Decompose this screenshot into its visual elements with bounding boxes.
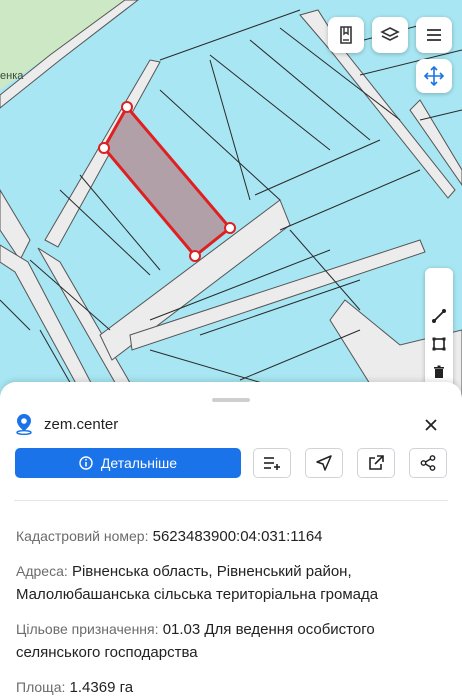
tool-slot-empty[interactable] bbox=[425, 268, 453, 296]
sheet-drag-handle[interactable] bbox=[212, 398, 250, 402]
address-label: Адреса: bbox=[16, 563, 68, 579]
cadastral-label: Кадастровий номер: bbox=[16, 528, 149, 544]
navigate-button[interactable] bbox=[305, 448, 343, 478]
navigate-icon bbox=[316, 455, 332, 471]
address-line-2: Малолюбашанська сільська територіальна г… bbox=[16, 586, 379, 603]
location-pin-icon bbox=[16, 414, 32, 435]
open-external-icon bbox=[369, 455, 384, 470]
move-icon bbox=[423, 65, 445, 87]
selected-parcel[interactable] bbox=[98, 101, 236, 262]
cadastral-value: 5623483900:04:031:1164 bbox=[152, 528, 323, 545]
purpose-row: Цільове призначення: 01.03 Для ведення о… bbox=[16, 618, 446, 664]
line-tool-button[interactable] bbox=[425, 302, 453, 330]
layers-icon bbox=[380, 27, 400, 41]
layers-button[interactable] bbox=[372, 17, 408, 53]
map-place-label: енка bbox=[0, 70, 24, 82]
parcel-info-sheet: zem.center Детальніше Кадастровий номер:… bbox=[0, 382, 462, 699]
purpose-label: Цільове призначення: bbox=[16, 621, 159, 637]
map-view[interactable]: енка bbox=[0, 0, 462, 400]
move-button[interactable] bbox=[416, 59, 452, 93]
address-line-1: Рівненська область, Рівненський район, bbox=[71, 563, 352, 580]
details-label: Детальніше bbox=[100, 455, 178, 471]
divider bbox=[14, 500, 448, 501]
open-external-button[interactable] bbox=[357, 448, 395, 478]
polygon-tool-icon bbox=[432, 337, 446, 351]
bookmark-button[interactable] bbox=[328, 17, 364, 53]
brand-row: zem.center bbox=[14, 412, 118, 436]
menu-button[interactable] bbox=[416, 17, 452, 53]
brand-name: zem.center bbox=[44, 415, 119, 433]
share-icon bbox=[420, 455, 436, 471]
drawing-tools bbox=[425, 268, 453, 388]
polygon-tool-button[interactable] bbox=[425, 330, 453, 358]
share-button[interactable] bbox=[409, 448, 447, 478]
line-tool-icon bbox=[432, 309, 446, 323]
trash-icon bbox=[434, 365, 444, 378]
cadastral-row: Кадастровий номер: 5623483900:04:031:116… bbox=[16, 525, 446, 548]
add-to-list-button[interactable] bbox=[253, 448, 291, 478]
close-button[interactable] bbox=[420, 414, 442, 436]
roads bbox=[0, 0, 462, 400]
purpose-line-1: 01.03 Для ведення особистого bbox=[162, 621, 375, 638]
details-button[interactable]: Детальніше bbox=[15, 448, 241, 478]
close-icon bbox=[425, 419, 437, 431]
address-row: Адреса: Рівненська область, Рівненський … bbox=[16, 560, 446, 606]
add-to-list-icon bbox=[264, 457, 280, 470]
map-canvas[interactable] bbox=[0, 0, 462, 400]
area-label: Площа: bbox=[16, 679, 66, 695]
bookmark-icon bbox=[340, 26, 352, 44]
area-row: Площа: 1.4369 га bbox=[16, 676, 446, 699]
info-icon bbox=[79, 456, 93, 470]
area-value: 1.4369 га bbox=[69, 679, 134, 696]
purpose-line-2: селянського господарства bbox=[16, 644, 198, 661]
menu-icon bbox=[427, 29, 441, 41]
